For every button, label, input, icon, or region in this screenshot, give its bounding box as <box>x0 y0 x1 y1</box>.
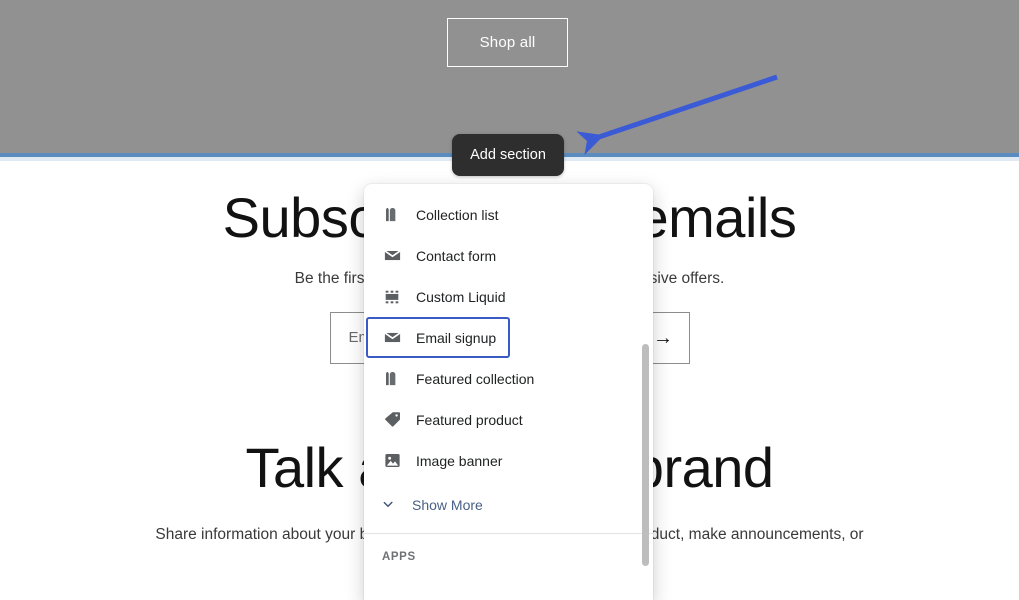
section-item-label: Contact form <box>416 247 497 264</box>
section-type-list: Collection list Contact form Custom Liquid… <box>364 184 653 481</box>
add-section-picker: Collection list Contact form Custom Liquid… <box>364 184 653 600</box>
code-block-icon <box>382 287 402 307</box>
section-item-contact-form[interactable]: Contact form <box>366 235 651 276</box>
show-more-label: Show More <box>412 497 483 513</box>
section-item-label: Image banner <box>416 452 503 469</box>
picker-scroll-area: Collection list Contact form Custom Liquid… <box>364 184 653 600</box>
section-item-collection-list[interactable]: Collection list <box>366 194 651 235</box>
picker-scrollbar-thumb[interactable] <box>642 344 649 566</box>
shop-all-button[interactable]: Shop all <box>447 18 568 67</box>
chevron-down-icon <box>378 495 398 515</box>
section-item-email-signup[interactable]: Email signup <box>366 317 510 358</box>
section-item-custom-liquid[interactable]: Custom Liquid <box>366 276 651 317</box>
theme-editor-preview: Shop all Subscribe to our emails Be the … <box>0 0 1019 600</box>
collection-tag-icon <box>382 205 402 225</box>
price-tag-icon <box>382 410 402 430</box>
section-item-label: Custom Liquid <box>416 288 506 305</box>
add-section-button[interactable]: Add section <box>452 134 564 176</box>
envelope-icon <box>382 246 402 266</box>
envelope-icon <box>382 328 402 348</box>
section-item-label: Featured collection <box>416 370 535 387</box>
section-item-label: Email signup <box>416 329 497 346</box>
apps-heading: APPS <box>382 551 416 563</box>
section-item-label: Featured product <box>416 411 523 428</box>
section-item-label: Collection list <box>416 206 499 223</box>
show-more-button[interactable]: Show More <box>364 485 653 525</box>
collection-tag-icon <box>382 369 402 389</box>
section-item-image-banner[interactable]: Image banner <box>366 440 651 481</box>
section-item-featured-collection[interactable]: Featured collection <box>366 358 651 399</box>
image-icon <box>382 451 402 471</box>
section-item-featured-product[interactable]: Featured product <box>366 399 651 440</box>
no-app-blocks-message: No app blocks found <box>364 563 653 600</box>
